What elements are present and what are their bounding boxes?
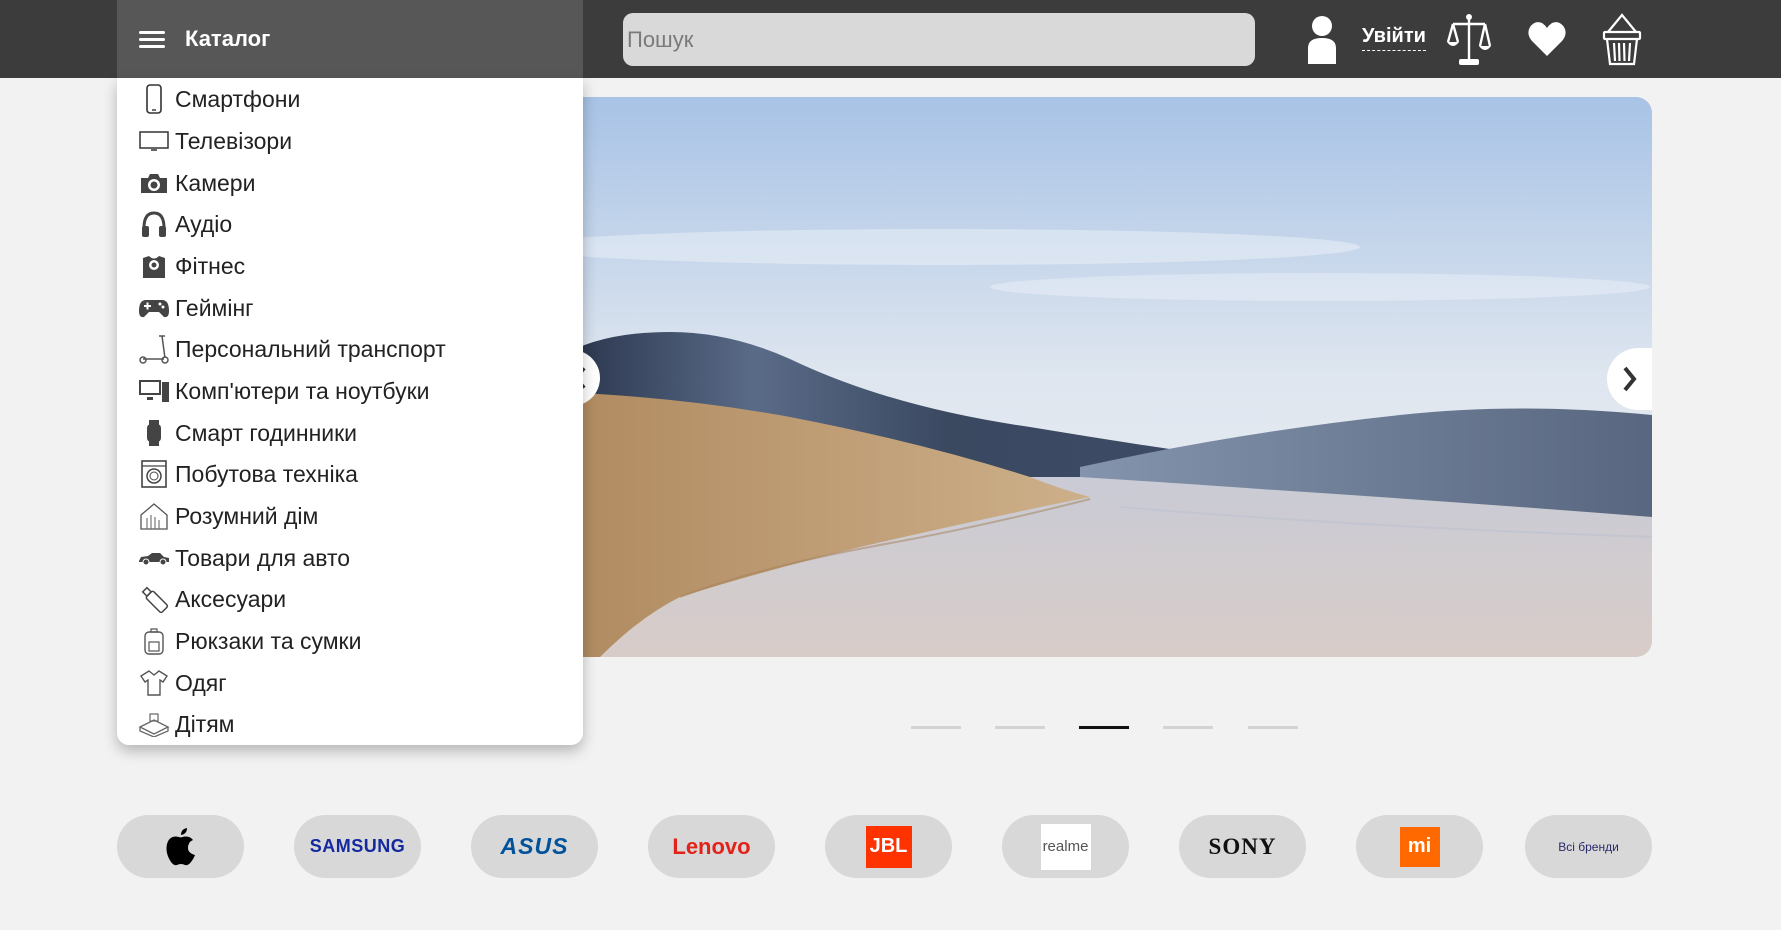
catalog-item-computers[interactable]: Комп'ютери та ноутбуки bbox=[138, 373, 430, 409]
catalog-item-label: Рюкзаки та сумки bbox=[175, 627, 362, 654]
realme-logo-text: realme bbox=[1042, 838, 1089, 855]
catalog-button[interactable]: Каталог bbox=[117, 0, 583, 78]
brand-apple[interactable] bbox=[117, 815, 244, 878]
usb-stick-icon bbox=[138, 584, 170, 614]
landscape-banner-image bbox=[560, 97, 1652, 657]
catalog-item-label: Камери bbox=[175, 169, 256, 196]
realme-logo: realme bbox=[1040, 823, 1091, 870]
brand-samsung[interactable]: SAMSUNG bbox=[294, 815, 421, 878]
catalog-item-label: Геймінг bbox=[175, 294, 254, 321]
catalog-item-label: Одяг bbox=[175, 669, 227, 696]
catalog-label: Каталог bbox=[185, 26, 271, 51]
catalog-dropdown: Смартфони Телевізори Камери Аудіо Фітнес… bbox=[117, 78, 583, 745]
catalog-item-kids[interactable]: Дітям bbox=[138, 706, 235, 742]
user-icon[interactable] bbox=[1305, 14, 1339, 66]
catalog-item-audio[interactable]: Аудіо bbox=[138, 206, 232, 242]
catalog-item-appliances[interactable]: Побутова техніка bbox=[138, 456, 358, 492]
apple-logo-icon bbox=[166, 827, 195, 865]
top-header: Каталог Увійти bbox=[0, 0, 1781, 78]
catalog-item-transport[interactable]: Персональний транспорт bbox=[138, 331, 446, 367]
catalog-item-smartphones[interactable]: Смартфони bbox=[138, 81, 300, 117]
catalog-item-label: Побутова техніка bbox=[175, 460, 358, 487]
all-brands-label: Всі бренди bbox=[1558, 839, 1619, 854]
fitness-icon bbox=[138, 251, 170, 281]
brand-asus[interactable]: ASUS bbox=[471, 815, 598, 878]
smartwatch-icon bbox=[138, 418, 170, 448]
toy-icon bbox=[138, 709, 170, 739]
catalog-item-label: Аксесуари bbox=[175, 585, 287, 612]
computer-icon bbox=[138, 376, 170, 406]
catalog-item-tv[interactable]: Телевізори bbox=[138, 123, 292, 159]
washing-machine-icon bbox=[138, 459, 170, 489]
hero-banner[interactable] bbox=[560, 97, 1652, 657]
tv-icon bbox=[138, 126, 170, 156]
login-link[interactable]: Увійти bbox=[1362, 25, 1426, 51]
slider-dot[interactable] bbox=[1248, 726, 1298, 729]
smart-home-icon bbox=[138, 501, 170, 531]
catalog-item-cameras[interactable]: Камери bbox=[138, 165, 255, 201]
catalog-item-smartwatches[interactable]: Смарт годинники bbox=[138, 415, 357, 451]
brand-xiaomi[interactable]: mi bbox=[1356, 815, 1483, 878]
jbl-logo: JBL bbox=[865, 825, 912, 868]
catalog-item-label: Дітям bbox=[175, 710, 235, 737]
heart-icon[interactable] bbox=[1527, 20, 1567, 58]
catalog-item-label: Аудіо bbox=[175, 210, 233, 237]
sony-logo: SONY bbox=[1208, 833, 1277, 859]
catalog-item-accessories[interactable]: Аксесуари bbox=[138, 581, 286, 617]
chevron-right-icon bbox=[1622, 366, 1637, 392]
scooter-icon bbox=[138, 334, 170, 364]
brand-sony[interactable]: SONY bbox=[1179, 815, 1306, 878]
camera-icon bbox=[138, 168, 170, 198]
headphones-icon bbox=[138, 209, 170, 239]
asus-logo: ASUS bbox=[500, 833, 569, 859]
catalog-item-label: Комп'ютери та ноутбуки bbox=[175, 377, 430, 404]
slider-dot[interactable] bbox=[995, 726, 1045, 729]
brand-realme[interactable]: realme bbox=[1002, 815, 1129, 878]
brand-jbl[interactable]: JBL bbox=[825, 815, 952, 878]
xiaomi-logo: mi bbox=[1399, 826, 1440, 867]
slider-dot[interactable] bbox=[911, 726, 961, 729]
lenovo-logo: Lenovo bbox=[672, 833, 751, 859]
catalog-item-fitness[interactable]: Фітнес bbox=[138, 248, 245, 284]
catalog-item-label: Персональний транспорт bbox=[175, 335, 446, 362]
catalog-item-backpacks[interactable]: Рюкзаки та сумки bbox=[138, 623, 361, 659]
jbl-logo-text: JBL bbox=[869, 835, 908, 857]
brand-lenovo[interactable]: Lenovo bbox=[648, 815, 775, 878]
scales-icon[interactable] bbox=[1447, 12, 1491, 68]
catalog-item-smart-home[interactable]: Розумний дім bbox=[138, 498, 318, 534]
catalog-item-gaming[interactable]: Геймінг bbox=[138, 290, 254, 326]
catalog-item-label: Телевізори bbox=[175, 127, 293, 154]
catalog-item-label: Розумний дім bbox=[175, 502, 319, 529]
samsung-logo: SAMSUNG bbox=[309, 836, 406, 856]
catalog-item-label: Смарт годинники bbox=[175, 419, 358, 446]
search-input[interactable] bbox=[623, 13, 1255, 66]
shirt-icon bbox=[138, 668, 170, 698]
catalog-item-auto[interactable]: Товари для авто bbox=[138, 540, 350, 576]
gamepad-icon bbox=[138, 293, 170, 323]
slider-dot-active[interactable] bbox=[1079, 726, 1129, 729]
xiaomi-logo-text: mi bbox=[1407, 835, 1432, 857]
backpack-icon bbox=[138, 626, 170, 656]
basket-icon[interactable] bbox=[1602, 12, 1642, 68]
smartphone-icon bbox=[138, 84, 170, 114]
catalog-item-label: Смартфони bbox=[175, 85, 301, 112]
car-icon bbox=[138, 543, 170, 573]
catalog-item-label: Товари для авто bbox=[175, 544, 351, 571]
catalog-item-label: Фітнес bbox=[175, 252, 246, 279]
menu-icon bbox=[139, 27, 165, 52]
slider-dot[interactable] bbox=[1163, 726, 1213, 729]
catalog-item-clothing[interactable]: Одяг bbox=[138, 665, 227, 701]
brand-all-brands[interactable]: Всі бренди bbox=[1525, 815, 1652, 878]
